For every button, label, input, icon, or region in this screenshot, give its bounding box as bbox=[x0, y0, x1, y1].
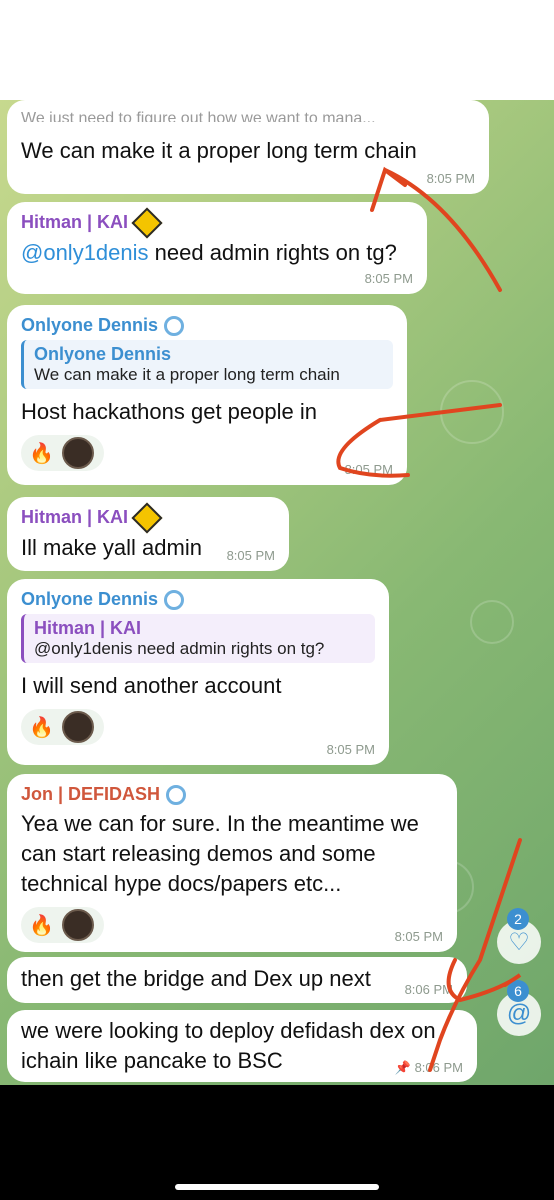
home-indicator[interactable] bbox=[175, 1184, 379, 1190]
message-text: Yea we can for sure. In the meantime we … bbox=[21, 811, 419, 897]
sender-label: Hitman | KAI bbox=[21, 212, 129, 232]
message-time: 8:05 PM bbox=[326, 742, 375, 757]
message-bubble[interactable]: Onlyone Dennis Onlyone Dennis We can mak… bbox=[7, 305, 407, 485]
message-text: We can make it a proper long term chain bbox=[21, 138, 417, 163]
message-time-value: 8:06 PM bbox=[414, 1060, 463, 1075]
message-bubble[interactable]: Jon | DEFIDASH Yea we can for sure. In t… bbox=[7, 774, 457, 952]
message-time: 8:05 PM bbox=[364, 271, 413, 286]
message-text: we were looking to deploy defidash dex o… bbox=[21, 1018, 436, 1073]
verified-ring-icon bbox=[164, 590, 185, 611]
sender-name: Onlyone Dennis bbox=[21, 315, 393, 337]
sender-label: Hitman | KAI bbox=[21, 507, 129, 527]
quote-sender: Onlyone Dennis bbox=[34, 344, 172, 365]
sender-label: Jon | DEFIDASH bbox=[21, 784, 161, 804]
sender-label: Onlyone Dennis bbox=[21, 589, 159, 609]
reply-quote[interactable]: Hitman | KAI @only1denis need admin righ… bbox=[21, 614, 375, 664]
quote-text: We can make it a proper long term chain bbox=[34, 365, 340, 385]
reactions: 🔥 bbox=[21, 907, 443, 944]
quote-sender: Hitman | KAI bbox=[34, 618, 142, 639]
kai-badge-icon bbox=[131, 207, 163, 239]
verified-ring-icon bbox=[166, 785, 187, 806]
message-bubble[interactable]: We just need to figure out how we want t… bbox=[7, 100, 489, 194]
message-bubble[interactable]: Hitman | KAI Ill make yall admin 8:05 PM bbox=[7, 497, 289, 571]
fire-emoji-icon: 🔥 bbox=[29, 914, 54, 937]
message-time: 8:06 PM bbox=[404, 982, 453, 997]
message-time: 8:05 PM bbox=[226, 548, 275, 563]
heart-icon: ♡ bbox=[508, 928, 530, 956]
reply-quote[interactable]: Onlyone Dennis We can make it a proper l… bbox=[21, 340, 393, 390]
reaction-chip[interactable]: 🔥 bbox=[21, 435, 104, 472]
top-bar bbox=[0, 0, 554, 100]
reactions-count-badge: 2 bbox=[507, 908, 529, 930]
reactions: 🔥 bbox=[21, 709, 375, 746]
message-text: then get the bridge and Dex up next bbox=[21, 966, 371, 991]
pin-icon: 📌 bbox=[394, 1060, 411, 1075]
partial-message-text: We just need to figure out how we want t… bbox=[21, 110, 376, 122]
message-time: 8:05 PM bbox=[344, 462, 393, 477]
verified-ring-icon bbox=[164, 316, 185, 337]
fire-emoji-icon: 🔥 bbox=[29, 442, 54, 465]
reactor-avatar bbox=[61, 437, 94, 470]
message-bubble[interactable]: Onlyone Dennis Hitman | KAI @only1denis … bbox=[7, 579, 389, 765]
sender-name: Hitman | KAI bbox=[21, 207, 413, 239]
sender-name: Hitman | KAI bbox=[21, 502, 275, 534]
bottom-bar bbox=[0, 1085, 554, 1200]
reactor-avatar bbox=[61, 909, 94, 942]
reaction-chip[interactable]: 🔥 bbox=[21, 907, 104, 944]
kai-badge-icon bbox=[131, 502, 163, 534]
reactions: 🔥 bbox=[21, 435, 393, 472]
message-text: Host hackathons get people in bbox=[21, 399, 317, 425]
message-text: I will send another account bbox=[21, 673, 282, 699]
message-time: 8:05 PM bbox=[394, 929, 443, 944]
sender-label: Onlyone Dennis bbox=[21, 315, 159, 335]
background-doodle bbox=[440, 380, 504, 444]
message-time: 📌 8:06 PM bbox=[395, 1060, 463, 1076]
message-bubble[interactable]: Hitman | KAI @only1denis need admin righ… bbox=[7, 202, 427, 294]
fire-emoji-icon: 🔥 bbox=[29, 716, 54, 739]
message-text: @only1denis need admin rights on tg? bbox=[21, 238, 413, 268]
message-time: 8:05 PM bbox=[426, 171, 475, 186]
sender-name: Onlyone Dennis bbox=[21, 589, 375, 611]
quote-text: @only1denis need admin rights on tg? bbox=[34, 639, 325, 659]
mention-link[interactable]: @only1denis bbox=[21, 240, 149, 265]
reactor-avatar bbox=[61, 711, 94, 744]
reaction-chip[interactable]: 🔥 bbox=[21, 709, 104, 746]
background-doodle bbox=[470, 600, 514, 644]
sender-name: Jon | DEFIDASH bbox=[21, 784, 443, 806]
mentions-count-badge: 6 bbox=[507, 980, 529, 1002]
message-bubble[interactable]: we were looking to deploy defidash dex o… bbox=[7, 1010, 477, 1082]
message-text-rest: need admin rights on tg? bbox=[148, 240, 397, 266]
message-bubble[interactable]: then get the bridge and Dex up next 8:06… bbox=[7, 957, 467, 1003]
at-icon: @ bbox=[506, 1000, 532, 1027]
